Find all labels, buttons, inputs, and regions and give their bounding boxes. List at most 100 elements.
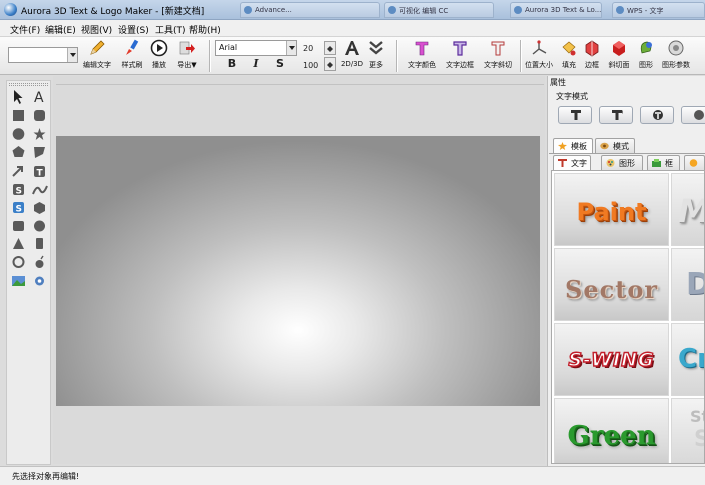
export-button[interactable]: 导出▼ <box>174 39 200 73</box>
app-logo-icon <box>4 3 17 16</box>
italic-button[interactable]: I <box>249 57 263 71</box>
tab-more[interactable] <box>684 155 705 170</box>
s-image-tool-icon[interactable]: S <box>13 202 24 215</box>
play-button[interactable]: 播放 <box>148 39 170 73</box>
template-d[interactable]: D <box>671 248 704 321</box>
background-window-tab-3[interactable]: Aurora 3D Text & Lo... <box>510 2 602 18</box>
template-cr[interactable]: Cr <box>671 323 704 396</box>
brush-icon <box>126 39 139 55</box>
template-swing[interactable]: S-WING <box>554 323 669 396</box>
template-paint[interactable]: Paint <box>554 173 669 246</box>
status-bar: 先选择对象再编辑! <box>0 466 705 485</box>
menu-file[interactable]: 文件(F) <box>10 23 40 36</box>
cylinder-tool-icon[interactable] <box>13 221 24 231</box>
text-style-emboss-icon <box>694 110 704 120</box>
format-brush-button[interactable]: 样式刷 <box>118 39 146 73</box>
template-green[interactable]: Green <box>554 398 669 463</box>
bomb-tool-icon[interactable] <box>35 255 44 268</box>
star-tool-icon[interactable] <box>33 128 46 140</box>
shape-params-button[interactable]: 图形参数 <box>660 39 692 73</box>
menu-help[interactable]: 帮助(H) <box>189 23 221 36</box>
text-frame-tool-icon[interactable]: T <box>34 166 45 179</box>
background-window-tab-2[interactable]: 可视化 编辑 CC <box>384 2 494 18</box>
shape-icon <box>640 41 652 54</box>
pentagon-tool-icon[interactable] <box>12 146 25 157</box>
letter-a-icon <box>345 41 359 55</box>
shape-button[interactable]: 图形 <box>636 39 656 73</box>
template-m[interactable]: M <box>671 173 704 246</box>
double-chevron-down-icon <box>369 41 383 55</box>
tab-frame[interactable]: 框 <box>647 155 680 170</box>
font-size-spinner[interactable] <box>324 41 336 55</box>
font-size-value[interactable]: 20 <box>303 44 313 53</box>
export-icon <box>179 41 195 55</box>
palette-grip[interactable] <box>9 83 48 86</box>
wave-tool-icon[interactable] <box>32 185 48 195</box>
star-icon <box>558 142 567 150</box>
title-bar: Aurora 3D Text & Logo Maker - [新建文档] Adv… <box>0 0 705 20</box>
tab-text[interactable]: 文字 <box>553 155 591 170</box>
mode-2d3d-button[interactable]: 2D/3D <box>340 39 364 73</box>
text-border-button[interactable]: 文字边框 <box>443 39 477 73</box>
properties-header: 属性 <box>550 78 566 87</box>
tab-mode[interactable]: 模式 <box>595 138 635 153</box>
rectangle-tool-icon[interactable] <box>13 110 24 121</box>
menu-view[interactable]: 视图(V) <box>81 23 112 36</box>
cone-tool-icon[interactable] <box>13 238 24 249</box>
rounded-rect-tool-icon[interactable] <box>34 110 45 121</box>
template-sector[interactable]: Sector <box>554 248 669 321</box>
status-text: 先选择对象再编辑! <box>12 472 80 481</box>
menu-edit[interactable]: 编辑(E) <box>45 23 76 36</box>
ring-tool-icon[interactable] <box>12 256 25 268</box>
select-arrow-icon[interactable] <box>14 90 23 104</box>
mode-icon <box>600 142 609 150</box>
gear-tool-icon[interactable] <box>35 276 44 286</box>
canvas-ruler <box>56 79 544 85</box>
arrow-tool-icon[interactable] <box>12 166 23 177</box>
text-bevel-button[interactable]: 文字斜切 <box>481 39 515 73</box>
chevron-down-icon[interactable] <box>286 41 296 55</box>
shadow-button[interactable]: S <box>273 57 287 71</box>
border-button[interactable]: 边框 <box>582 39 602 73</box>
text-border-icon <box>453 41 467 56</box>
bar-tool-icon[interactable] <box>36 238 43 249</box>
font-family-select[interactable]: Arial <box>215 40 297 56</box>
svg-text:T: T <box>37 169 44 179</box>
more-button[interactable]: 更多 <box>366 39 386 73</box>
image-tool-icon[interactable] <box>12 276 25 286</box>
s-shape-tool-icon[interactable]: S <box>13 184 24 197</box>
cube-tool-icon[interactable] <box>34 202 45 214</box>
bevel-face-button[interactable]: 斜切面 <box>606 39 632 73</box>
text-color-button[interactable]: 文字颜色 <box>405 39 439 73</box>
text-style-bevel-icon <box>612 110 623 120</box>
tab-shape[interactable]: 图形 <box>601 155 643 170</box>
svg-text:A: A <box>34 90 44 106</box>
fill-button[interactable]: 填充 <box>560 39 578 73</box>
position-size-button[interactable]: 位置大小 <box>522 39 556 73</box>
background-window-tab-1[interactable]: Advance... <box>240 2 380 18</box>
bevel-spinner[interactable] <box>324 57 336 71</box>
menu-tools[interactable]: 工具(T) <box>155 23 186 36</box>
circle-tool-icon[interactable] <box>12 128 25 140</box>
text-style-button-2[interactable] <box>599 106 633 124</box>
shield-tool-icon[interactable] <box>34 147 45 158</box>
style-combo[interactable] <box>8 47 78 63</box>
background-window-tab-4[interactable]: WPS - 文字 <box>612 2 705 18</box>
sphere-tool-icon[interactable] <box>34 220 45 232</box>
bold-button[interactable]: B <box>225 57 239 71</box>
bevel-value[interactable]: 100 <box>303 61 318 70</box>
text-mode-label: 文字模式 <box>556 92 588 101</box>
text-style-button-1[interactable] <box>558 106 592 124</box>
template-st-deco-glyph: S <box>694 427 704 452</box>
edit-text-button[interactable]: 编辑文字 <box>82 39 112 73</box>
design-canvas[interactable] <box>56 136 540 406</box>
text-style-button-4[interactable] <box>681 106 705 124</box>
template-st[interactable]: St S <box>671 398 704 463</box>
border-icon <box>585 40 599 57</box>
text-style-button-3[interactable] <box>640 106 674 124</box>
text-bevel-icon <box>491 41 505 56</box>
text-tool-icon[interactable]: A <box>34 90 44 106</box>
tab-template[interactable]: 模板 <box>553 138 593 153</box>
chevron-down-icon[interactable] <box>67 48 77 62</box>
menu-settings[interactable]: 设置(S) <box>118 23 149 36</box>
